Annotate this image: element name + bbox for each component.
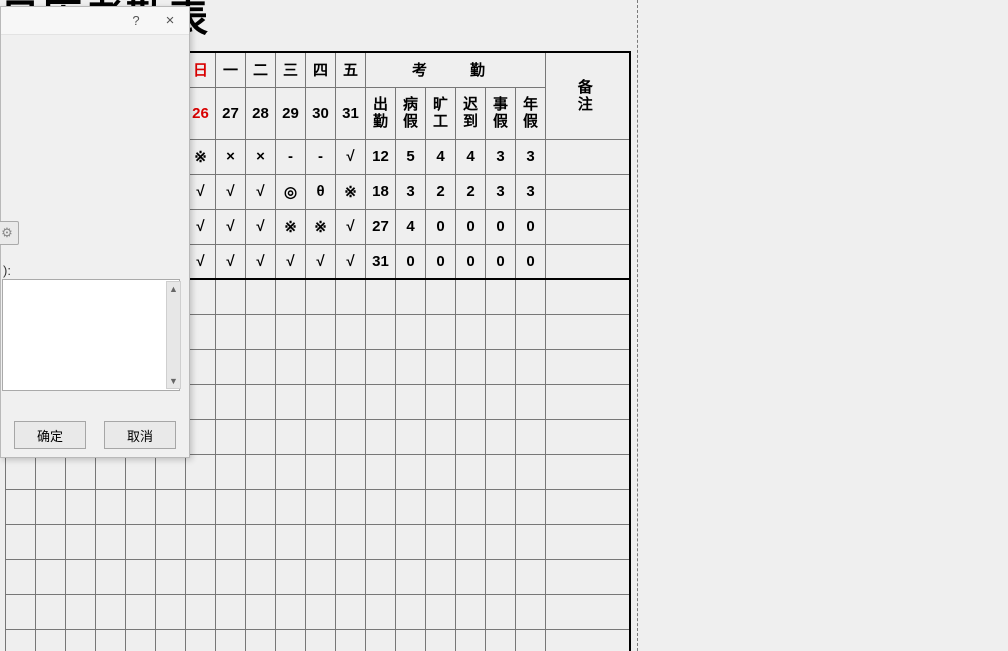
date-header: 29 — [276, 87, 306, 139]
day-cell[interactable]: √ — [216, 209, 246, 244]
day-cell[interactable]: θ — [306, 174, 336, 209]
remark-header: 备注 — [546, 52, 630, 139]
day-cell[interactable]: - — [306, 139, 336, 174]
cancel-button[interactable]: 取消 — [104, 421, 176, 449]
metric-cell[interactable]: 0 — [456, 244, 486, 279]
day-cell[interactable]: √ — [246, 174, 276, 209]
metric-cell[interactable]: 0 — [486, 209, 516, 244]
date-header: 26 — [186, 87, 216, 139]
day-cell[interactable]: √ — [186, 209, 216, 244]
day-cell[interactable]: √ — [246, 209, 276, 244]
dialog-textarea[interactable] — [2, 279, 180, 391]
metric-cell[interactable]: 3 — [516, 139, 546, 174]
metric-cell[interactable]: 3 — [396, 174, 426, 209]
day-cell[interactable]: √ — [336, 244, 366, 279]
day-cell[interactable]: ※ — [306, 209, 336, 244]
scroll-down-icon[interactable]: ▼ — [167, 374, 180, 388]
page-break-indicator — [637, 0, 638, 651]
day-cell[interactable]: √ — [216, 244, 246, 279]
ok-button[interactable]: 确定 — [14, 421, 86, 449]
day-cell[interactable]: √ — [186, 244, 216, 279]
close-icon[interactable]: × — [153, 9, 187, 33]
metric-cell[interactable]: 0 — [486, 244, 516, 279]
dialog: ? × ⚙ ): ▲ ▼ 确定 取消 — [0, 6, 190, 458]
day-cell[interactable]: √ — [336, 139, 366, 174]
weekday-header: 三 — [276, 52, 306, 87]
weekday-header: 日 — [186, 52, 216, 87]
day-cell[interactable]: √ — [306, 244, 336, 279]
metric-cell[interactable]: 0 — [396, 244, 426, 279]
remark-header-text: 备注 — [546, 79, 629, 114]
metric-cell[interactable]: 31 — [366, 244, 396, 279]
date-header: 31 — [336, 87, 366, 139]
day-cell[interactable]: × — [216, 139, 246, 174]
day-cell[interactable]: - — [276, 139, 306, 174]
weekday-header: 一 — [216, 52, 246, 87]
day-cell[interactable]: √ — [336, 209, 366, 244]
date-header: 28 — [246, 87, 276, 139]
date-header: 27 — [216, 87, 246, 139]
metric-cell[interactable]: 4 — [396, 209, 426, 244]
metric-cell[interactable]: 2 — [426, 174, 456, 209]
day-cell[interactable]: ※ — [336, 174, 366, 209]
scrollbar[interactable]: ▲ ▼ — [166, 281, 181, 389]
day-cell[interactable]: √ — [276, 244, 306, 279]
metric-cell[interactable]: 0 — [516, 209, 546, 244]
dialog-label: ): — [3, 263, 11, 278]
metric-cell[interactable]: 4 — [456, 139, 486, 174]
day-cell[interactable]: √ — [186, 174, 216, 209]
day-cell[interactable]: ※ — [276, 209, 306, 244]
metric-cell[interactable]: 2 — [456, 174, 486, 209]
metric-header: 旷工 — [426, 87, 456, 139]
remark-cell[interactable] — [546, 174, 630, 209]
metric-cell[interactable]: 18 — [366, 174, 396, 209]
date-header: 30 — [306, 87, 336, 139]
day-cell[interactable]: ◎ — [276, 174, 306, 209]
day-cell[interactable]: √ — [246, 244, 276, 279]
day-cell[interactable]: √ — [216, 174, 246, 209]
metric-header: 出勤 — [366, 87, 396, 139]
metric-cell[interactable]: 3 — [486, 174, 516, 209]
help-icon[interactable]: ? — [119, 9, 153, 33]
metric-cell[interactable]: 0 — [516, 244, 546, 279]
metric-cell[interactable]: 0 — [456, 209, 486, 244]
scroll-up-icon[interactable]: ▲ — [167, 282, 180, 296]
metric-header: 事假 — [486, 87, 516, 139]
day-cell[interactable]: ※ — [186, 139, 216, 174]
weekday-header: 五 — [336, 52, 366, 87]
settings-icon[interactable]: ⚙ — [0, 221, 19, 245]
weekday-header: 二 — [246, 52, 276, 87]
attendance-group-header: 考 勤 — [366, 52, 546, 87]
remark-cell[interactable] — [546, 209, 630, 244]
weekday-header: 四 — [306, 52, 336, 87]
metric-cell[interactable]: 3 — [516, 174, 546, 209]
metric-cell[interactable]: 27 — [366, 209, 396, 244]
day-cell[interactable]: × — [246, 139, 276, 174]
metric-header: 病假 — [396, 87, 426, 139]
remark-cell[interactable] — [546, 139, 630, 174]
metric-header: 迟到 — [456, 87, 486, 139]
dialog-titlebar[interactable]: ? × — [1, 7, 189, 35]
metric-cell[interactable]: 3 — [486, 139, 516, 174]
metric-cell[interactable]: 0 — [426, 209, 456, 244]
metric-cell[interactable]: 4 — [426, 139, 456, 174]
metric-header: 年假 — [516, 87, 546, 139]
metric-cell[interactable]: 5 — [396, 139, 426, 174]
metric-cell[interactable]: 0 — [426, 244, 456, 279]
metric-cell[interactable]: 12 — [366, 139, 396, 174]
remark-cell[interactable] — [546, 244, 630, 279]
